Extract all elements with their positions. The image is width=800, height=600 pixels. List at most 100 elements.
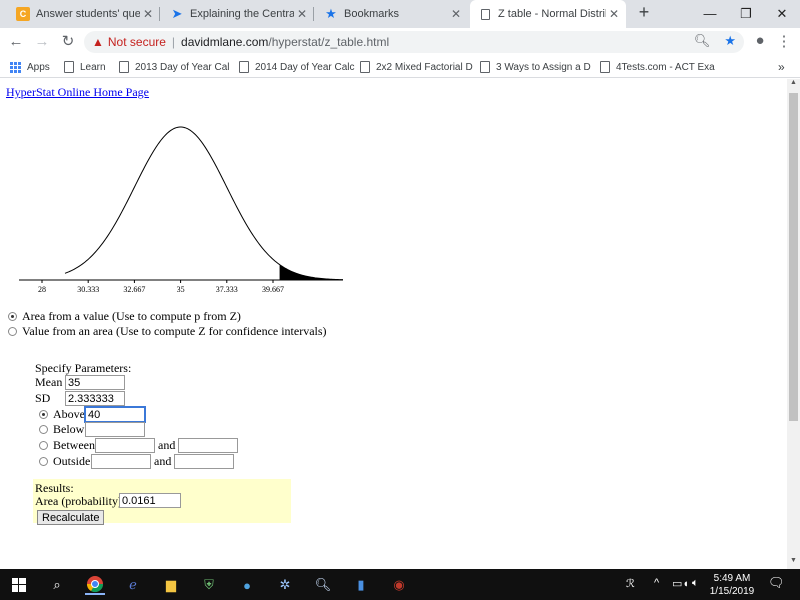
bookmark-label: 2013 Day of Year Cal bbox=[135, 61, 230, 73]
sd-label: SD bbox=[35, 391, 51, 405]
clock-time: 5:49 AM bbox=[713, 573, 751, 584]
tab-z-table[interactable]: Z table - Normal Distribu ✕ bbox=[470, 0, 626, 28]
tab-title: Answer students' questio bbox=[36, 8, 140, 20]
between-lower-input[interactable] bbox=[95, 438, 155, 453]
file-explorer-icon[interactable]: ▆ bbox=[161, 575, 181, 595]
vertical-scrollbar[interactable]: ▲ ▼ bbox=[787, 79, 800, 569]
outside-upper-input[interactable] bbox=[174, 454, 235, 469]
bookmark-2014-day-of-year[interactable]: 2014 Day of Year Calc bbox=[239, 59, 355, 75]
results-panel: Results: Area (probability) Recalculate bbox=[33, 479, 291, 525]
mode-value-from-area[interactable]: Value from an area (Use to compute Z for… bbox=[8, 324, 327, 339]
page-icon bbox=[360, 61, 370, 73]
x-tick-label: 30.333 bbox=[77, 285, 99, 294]
mean-input[interactable] bbox=[65, 375, 125, 390]
x-tick-label: 37.333 bbox=[216, 285, 238, 294]
outside-lower-input[interactable] bbox=[91, 454, 151, 469]
above-input[interactable] bbox=[84, 406, 146, 423]
above-label: Above bbox=[53, 407, 85, 421]
close-icon[interactable]: ✕ bbox=[606, 7, 622, 21]
radio-outside[interactable] bbox=[39, 457, 48, 466]
mode-area-from-value[interactable]: Area from a value (Use to compute p from… bbox=[8, 309, 241, 324]
scroll-up-arrow-icon[interactable]: ▲ bbox=[787, 79, 800, 91]
x-tick-label: 35 bbox=[177, 285, 185, 294]
chrome-icon[interactable] bbox=[85, 575, 105, 595]
bookmark-label: 4Tests.com - ACT Exa bbox=[616, 61, 715, 73]
area-probability-output[interactable] bbox=[119, 493, 181, 508]
browser-e-icon[interactable]: ℯ bbox=[123, 575, 143, 595]
calculator-app-icon[interactable]: ▮ bbox=[351, 575, 371, 595]
apps-grid-icon bbox=[10, 61, 21, 73]
gear-app-icon[interactable]: ✲ bbox=[275, 575, 295, 595]
x-tick-label: 28 bbox=[38, 285, 46, 294]
bookmark-learn[interactable]: Learn bbox=[64, 59, 106, 75]
page-content: HyperStat Online Home Page 28 30.333 32.66… bbox=[0, 79, 787, 569]
new-tab-button[interactable]: + bbox=[632, 2, 656, 26]
x-tick-label: 32.667 bbox=[123, 285, 145, 294]
zoom-icon[interactable]: 🔍︎ bbox=[694, 33, 711, 49]
radio-above[interactable] bbox=[39, 410, 48, 419]
bookmark-4tests[interactable]: 4Tests.com - ACT Exa bbox=[600, 59, 715, 75]
bookmark-apps[interactable]: Apps bbox=[10, 59, 50, 75]
home-link[interactable]: HyperStat Online Home Page bbox=[6, 85, 149, 100]
tab-explaining-central-limit[interactable]: ➤ Explaining the Central Lin ✕ bbox=[162, 0, 314, 28]
x-axis-ticks: 28 30.333 32.667 35 37.333 39.667 bbox=[38, 280, 284, 294]
windows-taskbar: ⌕ ℯ ▆ ⛨ ● ✲ 🔍︎ ▮ ◉ ℛ ^ ▭◖ 🔈︎ 5:49 AM 1/1… bbox=[0, 569, 800, 600]
arrow-icon: ➤ bbox=[171, 6, 183, 21]
chegg-icon: C bbox=[16, 7, 30, 21]
radio-area-from-value[interactable] bbox=[8, 312, 17, 321]
forward-button[interactable]: → bbox=[32, 32, 52, 52]
mean-label: Mean bbox=[35, 375, 63, 389]
shield-app-icon[interactable]: ⛨ bbox=[199, 575, 219, 595]
bookmark-label: 3 Ways to Assign a D bbox=[496, 61, 591, 73]
minimize-button[interactable]: — bbox=[690, 0, 730, 28]
star-icon: ★ bbox=[325, 6, 337, 21]
profile-icon[interactable]: ● bbox=[750, 32, 770, 49]
magnifier-app-icon[interactable]: 🔍︎ bbox=[313, 575, 333, 595]
tray-chevron-icon[interactable]: ^ bbox=[654, 577, 659, 589]
bookmarks-overflow-button[interactable]: » bbox=[778, 59, 785, 75]
tab-bookmarks[interactable]: ★ Bookmarks ✕ bbox=[316, 0, 468, 28]
close-icon[interactable]: ✕ bbox=[448, 7, 464, 21]
reload-button[interactable]: ↻ bbox=[58, 32, 78, 52]
back-button[interactable]: ← bbox=[6, 32, 26, 52]
tab-separator bbox=[313, 7, 314, 21]
tab-answer-students[interactable]: C Answer students' questio ✕ bbox=[8, 0, 160, 28]
mode-label: Area from a value (Use to compute p from… bbox=[22, 309, 241, 323]
stack-app-icon[interactable]: ◉ bbox=[389, 575, 409, 595]
radio-below[interactable] bbox=[39, 425, 48, 434]
scroll-down-arrow-icon[interactable]: ▼ bbox=[787, 557, 800, 569]
skype-icon[interactable]: ● bbox=[237, 575, 257, 595]
sd-input[interactable] bbox=[65, 391, 125, 406]
notification-icon[interactable]: 🗨︎ bbox=[768, 575, 785, 591]
radio-value-from-area[interactable] bbox=[8, 327, 17, 336]
close-icon[interactable]: ✕ bbox=[140, 7, 156, 21]
battery-network-icon[interactable]: ▭◖ bbox=[672, 577, 689, 590]
below-label: Below bbox=[53, 422, 85, 436]
windows-start-icon[interactable] bbox=[9, 575, 29, 595]
bookmark-label: Apps bbox=[27, 61, 50, 73]
recalculate-button[interactable]: Recalculate bbox=[37, 510, 105, 525]
people-icon[interactable]: ℛ bbox=[626, 577, 635, 590]
between-and-label: and bbox=[158, 438, 176, 452]
bookmark-2013-day-of-year[interactable]: 2013 Day of Year Cal bbox=[119, 59, 230, 75]
radio-between[interactable] bbox=[39, 441, 48, 450]
bookmark-label: 2014 Day of Year Calc bbox=[255, 61, 355, 73]
taskbar-clock[interactable]: 5:49 AM 1/15/2019 bbox=[706, 572, 758, 598]
page-icon bbox=[600, 61, 610, 73]
not-secure-label[interactable]: Not secure bbox=[108, 35, 166, 49]
bookmark-star-icon[interactable]: ★ bbox=[724, 33, 736, 49]
area-probability-label: Area (probability) bbox=[35, 494, 122, 508]
bookmark-2x2-mixed-factorial[interactable]: 2x2 Mixed Factorial D bbox=[360, 59, 473, 75]
bookmark-3-ways-to-assign[interactable]: 3 Ways to Assign a D bbox=[480, 59, 591, 75]
between-upper-input[interactable] bbox=[178, 438, 239, 453]
address-bar[interactable]: ▲ Not secure | davidmlane.com/hyperstat/… bbox=[84, 31, 744, 53]
volume-icon[interactable]: 🔈︎ bbox=[692, 577, 699, 590]
close-icon[interactable]: ✕ bbox=[294, 7, 310, 21]
search-icon[interactable]: ⌕ bbox=[47, 575, 67, 595]
restore-button[interactable]: ❐ bbox=[726, 0, 766, 28]
menu-kebab-icon[interactable]: ⋮ bbox=[774, 32, 794, 50]
scroll-thumb[interactable] bbox=[789, 93, 798, 421]
below-input[interactable] bbox=[85, 422, 145, 437]
url-path: /hyperstat/z_table.html bbox=[268, 35, 390, 49]
close-window-button[interactable]: ✕ bbox=[762, 0, 800, 28]
